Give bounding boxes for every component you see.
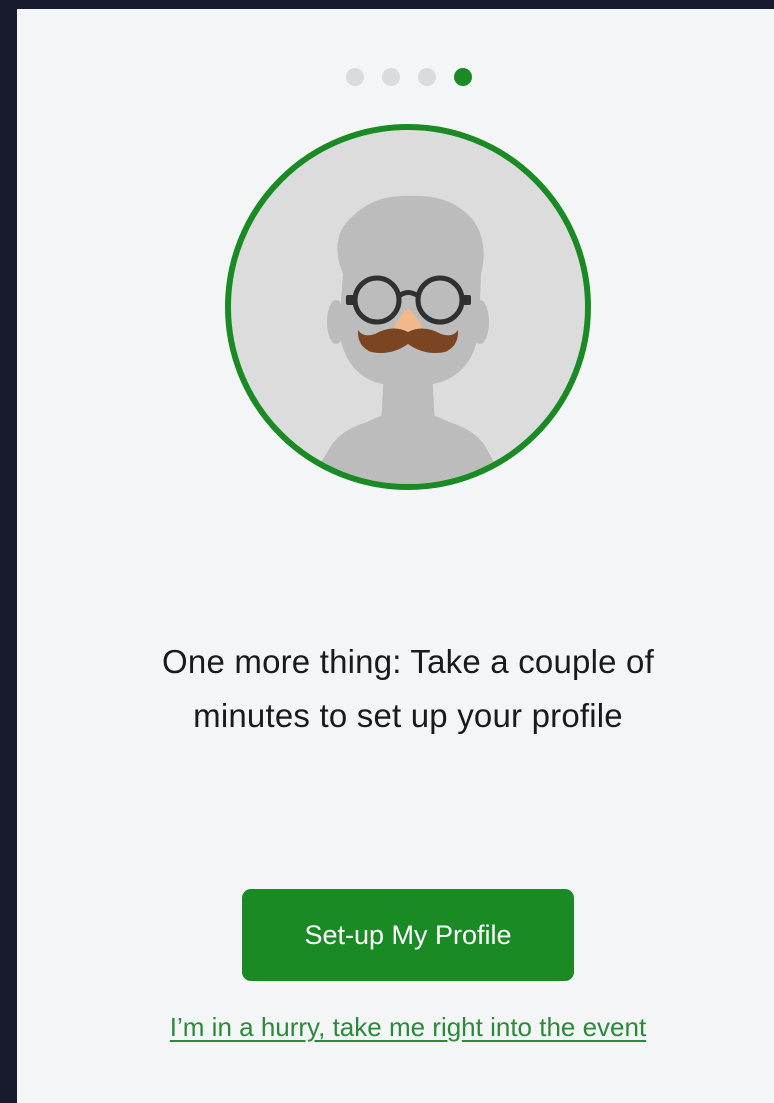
step-indicator <box>346 68 472 86</box>
onboarding-title: One more thing: Take a couple of minutes… <box>162 643 654 734</box>
step-dot-3[interactable] <box>418 68 436 86</box>
step-dot-4[interactable] <box>454 68 472 86</box>
step-dot-1[interactable] <box>346 68 364 86</box>
onboarding-panel: One more thing: Take a couple of minutes… <box>17 9 774 1103</box>
step-dot-2[interactable] <box>382 68 400 86</box>
placeholder-avatar-icon <box>225 124 591 490</box>
setup-profile-button[interactable]: Set-up My Profile <box>242 889 574 981</box>
skip-to-event-link[interactable]: I’m in a hurry, take me right into the e… <box>107 1007 709 1047</box>
